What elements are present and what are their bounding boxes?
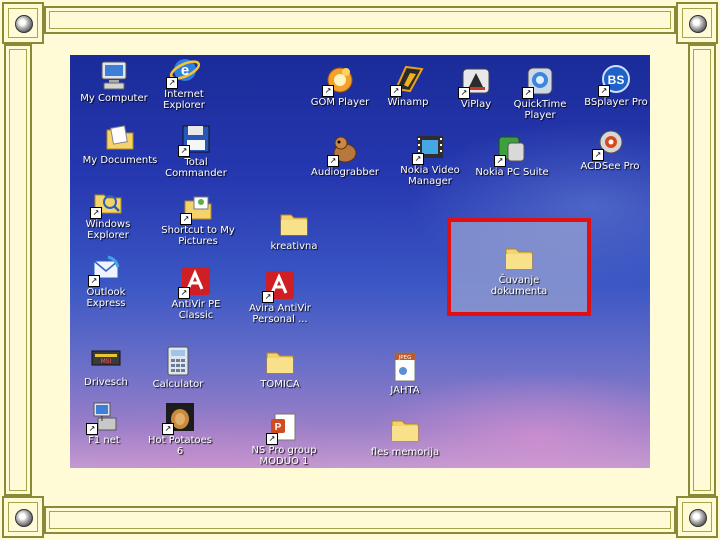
shortcut-arrow-icon: ↗: [494, 155, 506, 167]
winamp-icon: ↗: [390, 63, 424, 97]
shortcut-arrow-icon: ↗: [162, 423, 174, 435]
shortcut-arrow-icon: ↗: [322, 85, 334, 97]
viplay-icon: ↗: [458, 65, 492, 99]
shortcut-arrow-icon: ↗: [390, 85, 402, 97]
desktop-icon-avira-antivir-personal[interactable]: ↗ Avira AntiVir Personal ...: [238, 269, 322, 325]
network-icon: ↗: [86, 401, 120, 435]
svg-text:BS: BS: [608, 73, 625, 87]
desktop-icon-f1-net[interactable]: ↗ F1 net: [70, 401, 146, 446]
desktop-icon-outlook-express[interactable]: ↗ Outlook Express: [70, 253, 148, 309]
shortcut-arrow-icon: ↗: [598, 85, 610, 97]
frame-right-band: [688, 44, 716, 496]
quicktime-icon: ↗: [522, 65, 556, 99]
documents-icon: [104, 121, 136, 153]
shortcut-arrow-icon: ↗: [592, 149, 604, 161]
svg-text:JPEG: JPEG: [398, 355, 412, 361]
acdsee-icon: ↗: [592, 127, 626, 161]
frame-bottom-band: [44, 506, 676, 534]
gom-icon: ↗: [322, 63, 356, 97]
shortcut-arrow-icon: ↗: [90, 207, 102, 219]
pictures-icon: ↗: [180, 191, 214, 225]
shortcut-arrow-icon: ↗: [522, 87, 534, 99]
drive-icon: MSI: [90, 343, 122, 375]
desktop-icon-cuvanje-dokumenta[interactable]: Čuvanje dokumenta: [477, 241, 561, 297]
folder-icon: [503, 241, 535, 273]
shortcut-arrow-icon: ↗: [327, 155, 339, 167]
floppy-icon: ↗: [178, 123, 212, 157]
folder-icon: [264, 345, 296, 377]
desktop-icon-bsplayer[interactable]: BS ↗ BSplayer Pro: [574, 63, 650, 108]
desktop-icon-tomica[interactable]: TOMICA: [238, 345, 322, 390]
jpeg-icon: JPEG: [389, 351, 421, 383]
shortcut-arrow-icon: ↗: [180, 213, 192, 225]
corner-knob-icon: [689, 509, 707, 527]
desktop-icon-internet-explorer[interactable]: e ↗ Internet Explorer: [142, 55, 226, 111]
frame-corner-top-left: [2, 2, 44, 44]
desktop-icon-quicktime[interactable]: ↗ QuickTime Player: [498, 65, 582, 121]
antivir-icon: ↗: [178, 265, 212, 299]
shortcut-arrow-icon: ↗: [88, 275, 100, 287]
folder-icon: [389, 413, 421, 445]
desktop-screenshot: My Computer e ↗ Internet Explorer ↗ GOM …: [70, 55, 650, 468]
frame-corner-bottom-right: [676, 496, 718, 538]
powerpoint-icon: P ↗: [266, 411, 300, 445]
corner-knob-icon: [15, 509, 33, 527]
desktop-icon-windows-explorer[interactable]: ↗ Windows Explorer: [70, 185, 150, 241]
corner-knob-icon: [15, 15, 33, 33]
desktop-icon-fles-memorija[interactable]: fles memorija: [363, 413, 447, 458]
desktop-icon-kreativna[interactable]: kreativna: [252, 207, 336, 252]
desktop-icon-total-commander[interactable]: ↗ Total Commander: [154, 123, 238, 179]
desktop-icon-acdsee-pro[interactable]: ↗ ACDSee Pro: [568, 127, 650, 172]
desktop-icon-calculator[interactable]: Calculator: [136, 345, 220, 390]
svg-text:MSI: MSI: [101, 358, 112, 365]
outlook-icon: ↗: [88, 253, 122, 287]
desktop-icon-nokia-video-manager[interactable]: ↗ Nokia Video Manager: [388, 131, 472, 187]
desktop-icon-hot-potatoes[interactable]: ↗ Hot Potatoes 6: [138, 401, 222, 457]
desktop-icon-nokia-pc-suite[interactable]: ↗ Nokia PC Suite: [470, 133, 554, 178]
frame-top-band: [44, 6, 676, 34]
ie-icon: e ↗: [166, 55, 201, 89]
shortcut-arrow-icon: ↗: [86, 423, 98, 435]
desktop-icon-antivir-pe-classic[interactable]: ↗ AntiVir PE Classic: [154, 265, 238, 321]
desktop-icon-jahta[interactable]: JPEG JAHTA: [363, 351, 447, 396]
frame-corner-top-right: [676, 2, 718, 44]
shortcut-arrow-icon: ↗: [178, 145, 190, 157]
frame-left-band: [4, 44, 32, 496]
film-icon: ↗: [412, 131, 446, 165]
desktop-icon-my-documents[interactable]: My Documents: [78, 121, 162, 166]
desktop-icon-audiograbber[interactable]: ↗ Audiograbber: [303, 133, 387, 178]
shortcut-arrow-icon: ↗: [178, 287, 190, 299]
explorer-icon: ↗: [90, 185, 124, 219]
svg-text:P: P: [275, 422, 282, 433]
shortcut-arrow-icon: ↗: [458, 87, 470, 99]
shortcut-arrow-icon: ↗: [266, 433, 278, 445]
pcsuite-icon: ↗: [494, 133, 528, 167]
shortcut-arrow-icon: ↗: [166, 77, 178, 89]
desktop-icon-my-pictures-shortcut[interactable]: ↗ Shortcut to My Pictures: [156, 191, 240, 247]
shortcut-arrow-icon: ↗: [262, 291, 274, 303]
computer-icon: [98, 59, 130, 91]
shortcut-arrow-icon: ↗: [412, 153, 424, 165]
desktop-icon-ns-pro-group[interactable]: P ↗ NS Pro group MODUO 1: [242, 411, 326, 467]
calculator-icon: [162, 345, 194, 377]
potatoes-icon: ↗: [162, 401, 196, 435]
corner-knob-icon: [689, 15, 707, 33]
antivir-icon: ↗: [262, 269, 296, 303]
dog-icon: ↗: [327, 133, 361, 167]
svg-text:e: e: [181, 62, 189, 79]
frame-corner-bottom-left: [2, 496, 44, 538]
folder-icon: [278, 207, 310, 239]
bsplayer-icon: BS ↗: [598, 63, 632, 97]
